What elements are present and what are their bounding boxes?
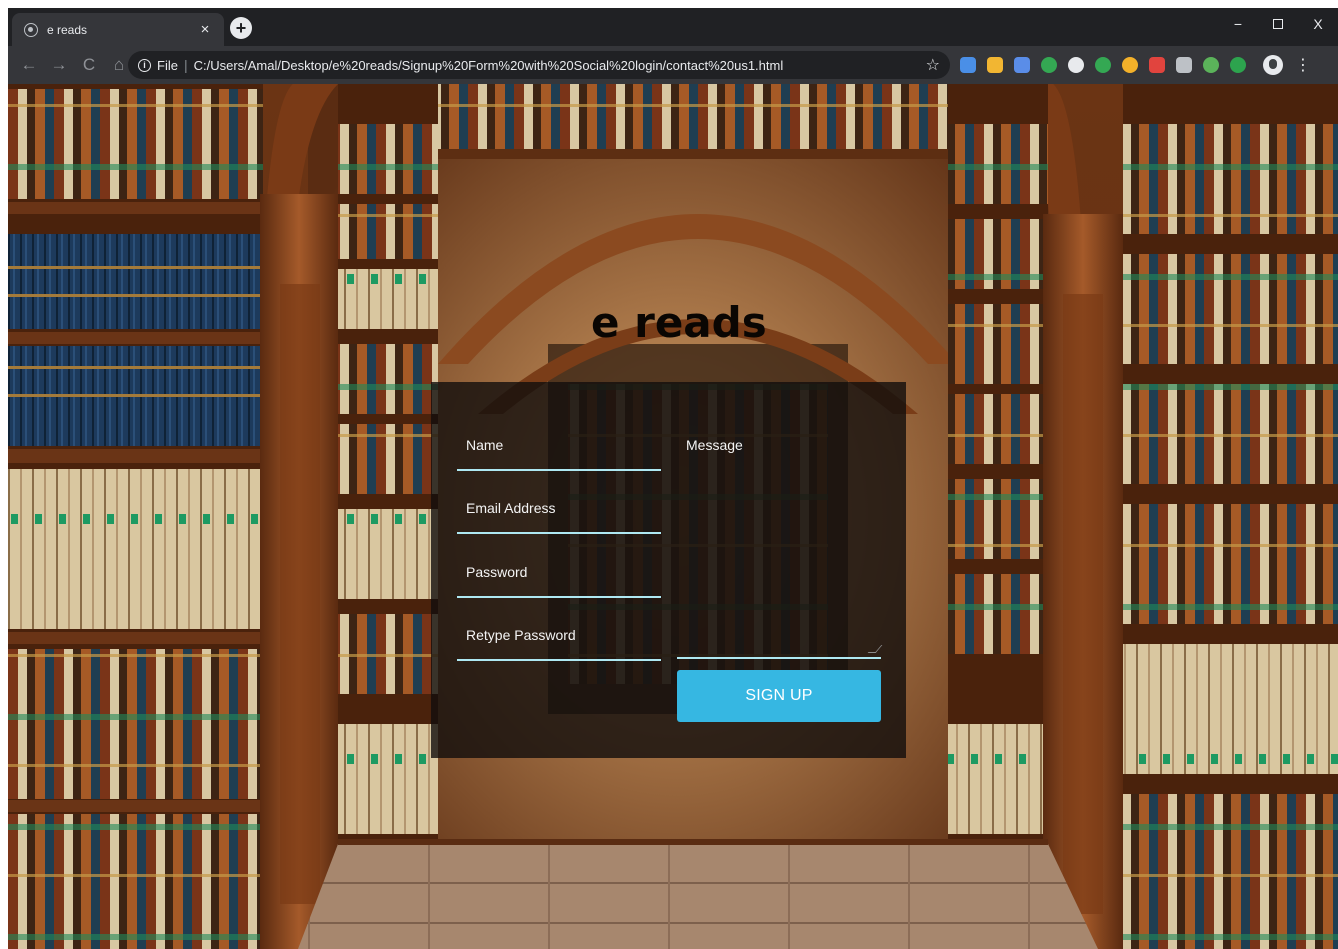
maximize-icon — [1273, 19, 1283, 29]
tab-e-reads[interactable]: e reads × — [12, 13, 224, 46]
globe-extension-icon[interactable] — [1203, 57, 1219, 73]
name-underline — [457, 469, 661, 471]
shield-extension-icon[interactable] — [1230, 57, 1246, 73]
page-viewport: e reads Name Email Address Password Rety… — [8, 84, 1338, 949]
pocket-extension-icon[interactable] — [1176, 57, 1192, 73]
cookie-extension-icon[interactable] — [1122, 57, 1138, 73]
translate-extension-icon[interactable] — [1014, 57, 1030, 73]
profile-avatar[interactable] — [1263, 55, 1283, 75]
password-field[interactable]: Password — [457, 564, 661, 598]
retype-password-field[interactable]: Retype Password — [457, 627, 661, 661]
url-text[interactable]: C:/Users/Amal/Desktop/e%20reads/Signup%2… — [194, 58, 926, 73]
window-controls: − X — [1218, 8, 1338, 40]
close-window-button[interactable]: X — [1298, 8, 1338, 40]
name-field[interactable]: Name — [457, 437, 661, 471]
color-extension-icon[interactable] — [987, 57, 1003, 73]
password-underline — [457, 596, 661, 598]
new-tab-button[interactable]: + — [230, 17, 252, 39]
message-field[interactable]: Message — [677, 437, 883, 659]
name-input[interactable] — [457, 441, 661, 467]
drive-extension-icon[interactable] — [960, 57, 976, 73]
minimize-button[interactable]: − — [1218, 8, 1258, 40]
email-underline — [457, 532, 661, 534]
message-textarea[interactable] — [677, 441, 881, 655]
retype-password-input[interactable] — [457, 631, 661, 657]
grammarly-extension-icon[interactable] — [1041, 57, 1057, 73]
speed-extension-icon[interactable] — [1068, 57, 1084, 73]
close-icon[interactable]: × — [196, 21, 214, 39]
signup-form: Name Email Address Password Retype Passw… — [431, 382, 906, 758]
maximize-button[interactable] — [1258, 8, 1298, 40]
sign-up-button[interactable]: SIGN UP — [677, 670, 881, 722]
address-bar[interactable]: i File | C:/Users/Amal/Desktop/e%20reads… — [128, 51, 950, 79]
site-brand-title: e reads — [591, 298, 767, 347]
tab-strip: e reads × + − X — [8, 8, 1338, 46]
message-underline — [677, 657, 881, 659]
email-input[interactable] — [457, 504, 661, 530]
browser-window: e reads × + − X ← → C ⌂ i File | C:/User… — [8, 8, 1338, 949]
tab-title: e reads — [47, 22, 88, 37]
email-field[interactable]: Email Address — [457, 500, 661, 534]
globe-icon — [24, 22, 38, 37]
url-scheme: File — [157, 57, 178, 73]
menu-icon[interactable]: ⋮ — [1295, 55, 1311, 75]
info-icon[interactable]: i — [138, 58, 151, 72]
bookmark-star-icon[interactable]: ☆ — [926, 55, 940, 75]
password-input[interactable] — [457, 568, 661, 594]
back-button[interactable]: ← — [16, 52, 42, 78]
extensions-bar: ⋮ — [960, 55, 1311, 75]
green-extension-icon[interactable] — [1095, 57, 1111, 73]
url-separator: | — [183, 57, 188, 73]
reload-button[interactable]: C — [76, 52, 102, 78]
browser-toolbar: ← → C ⌂ i File | C:/Users/Amal/Desktop/e… — [8, 46, 1338, 84]
red-extension-icon[interactable] — [1149, 57, 1165, 73]
forward-button[interactable]: → — [46, 52, 72, 78]
retype-password-underline — [457, 659, 661, 661]
